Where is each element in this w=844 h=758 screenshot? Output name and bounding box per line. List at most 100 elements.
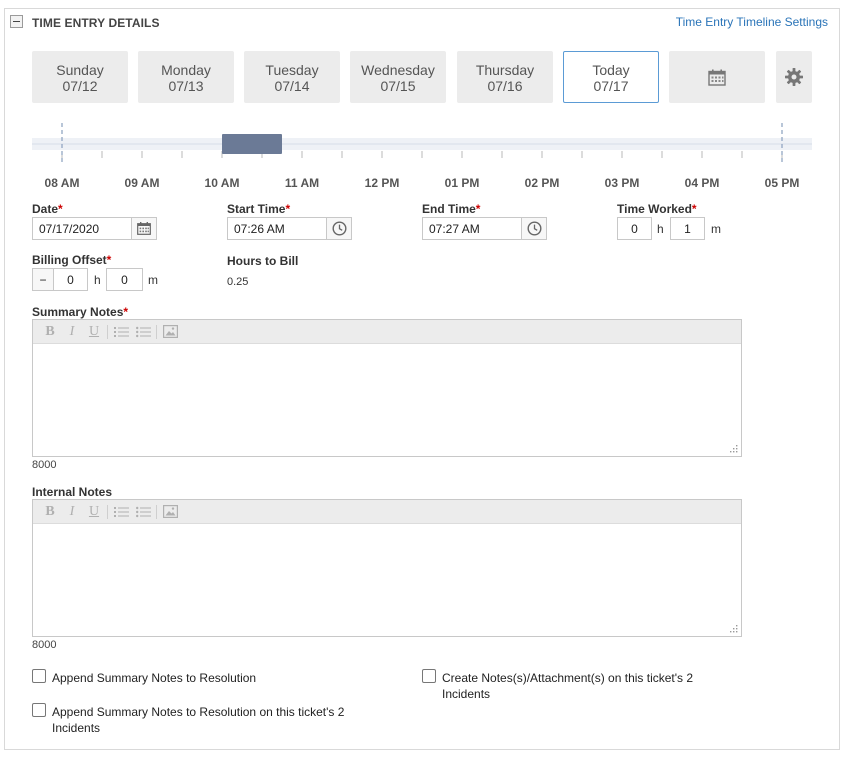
numbered-list-icon (113, 506, 129, 517)
timeline-hour-label: 09 AM (124, 176, 160, 190)
summary-notes-label: Summary Notes* (32, 305, 129, 319)
day-sunday-button[interactable]: Sunday 07/12 (32, 51, 128, 103)
timeline-settings-button[interactable] (776, 51, 812, 103)
minutes-unit: m (148, 273, 158, 287)
insert-image-button[interactable] (159, 503, 181, 521)
append-summary-checkbox-label[interactable]: Append Summary Notes to Resolution (52, 670, 256, 686)
internal-notes-char-counter: 8000 (32, 639, 57, 651)
editor-toolbar: B I U (33, 500, 741, 524)
toolbar-divider (107, 324, 108, 339)
day-today-button[interactable]: Today 07/17 (563, 51, 659, 103)
bulleted-list-button[interactable] (132, 323, 154, 341)
date-picker-button[interactable] (131, 217, 157, 240)
timeline-hour-label: 10 AM (204, 176, 240, 190)
time-worked-hours-field[interactable]: 0 (617, 217, 652, 240)
timeline-hour-label: 03 PM (604, 176, 640, 190)
day-thursday-button[interactable]: Thursday 07/16 (457, 51, 553, 103)
italic-button[interactable]: I (61, 503, 83, 521)
calendar-icon (137, 222, 151, 235)
timeline-selection-block[interactable] (222, 134, 282, 154)
end-time-field[interactable]: 07:27 AM (422, 217, 522, 240)
insert-image-button[interactable] (159, 323, 181, 341)
day-wednesday-button[interactable]: Wednesday 07/15 (350, 51, 446, 103)
day-tuesday-button[interactable]: Tuesday 07/14 (244, 51, 340, 103)
timeline-hour-label: 05 PM (764, 176, 800, 190)
bulleted-list-icon (135, 506, 151, 517)
resize-grip-icon[interactable] (730, 445, 738, 453)
underline-button[interactable]: U (83, 323, 105, 341)
day-name: Thursday (475, 62, 535, 78)
image-icon (162, 505, 178, 518)
numbered-list-button[interactable] (110, 323, 132, 341)
end-time-label: End Time* (422, 202, 481, 216)
billing-offset-label: Billing Offset* (32, 253, 112, 267)
toolbar-divider (156, 504, 157, 519)
italic-button[interactable]: I (61, 323, 83, 341)
minutes-unit: m (711, 222, 721, 236)
append-summary-incidents-checkbox-label[interactable]: Append Summary Notes to Resolution on th… (52, 704, 344, 736)
append-summary-checkbox[interactable] (32, 669, 46, 683)
bold-button[interactable]: B (39, 323, 61, 341)
summary-notes-char-counter: 8000 (32, 459, 57, 471)
day-name: Wednesday (361, 62, 435, 78)
toolbar-divider (107, 504, 108, 519)
clock-icon (331, 221, 347, 236)
resize-grip-icon[interactable] (730, 625, 738, 633)
offset-sign-toggle[interactable]: − (32, 268, 54, 291)
hours-unit: h (657, 222, 664, 236)
time-worked-minutes-field[interactable]: 1 (670, 217, 705, 240)
bold-button[interactable]: B (39, 503, 61, 521)
timeline-hour-label: 02 PM (524, 176, 560, 190)
calendar-icon (708, 69, 726, 86)
day-date: 07/16 (487, 78, 523, 94)
day-date: 07/13 (168, 78, 204, 94)
day-date: 07/14 (274, 78, 310, 94)
numbered-list-icon (113, 326, 129, 337)
day-date: 07/15 (380, 78, 416, 94)
offset-minutes-field[interactable]: 0 (106, 268, 143, 291)
start-time-field[interactable]: 07:26 AM (227, 217, 327, 240)
date-field[interactable]: 07/17/2020 (32, 217, 132, 240)
day-monday-button[interactable]: Monday 07/13 (138, 51, 234, 103)
summary-notes-editor[interactable]: B I U (32, 319, 742, 457)
editor-toolbar: B I U (33, 320, 741, 344)
hours-to-bill-value: 0.25 (227, 276, 249, 288)
end-time-picker-button[interactable] (521, 217, 547, 240)
day-date: 07/17 (593, 78, 629, 94)
start-time-picker-button[interactable] (326, 217, 352, 240)
hours-unit: h (94, 273, 101, 287)
gear-icon (785, 68, 803, 86)
timeline-hour-label: 08 AM (44, 176, 80, 190)
timeline-hour-label: 12 PM (364, 176, 400, 190)
timeline-hour-label: 04 PM (684, 176, 720, 190)
calendar-picker-button[interactable] (669, 51, 765, 103)
day-name: Sunday (56, 62, 104, 78)
clock-icon (526, 221, 542, 236)
image-icon (162, 325, 178, 338)
create-notes-incidents-checkbox[interactable] (422, 669, 436, 683)
day-name: Monday (161, 62, 211, 78)
internal-notes-label: Internal Notes (32, 485, 113, 499)
day-name: Today (592, 62, 630, 78)
day-date: 07/12 (62, 78, 98, 94)
append-summary-incidents-checkbox[interactable] (32, 703, 46, 717)
start-time-label: Start Time* (227, 202, 291, 216)
numbered-list-button[interactable] (110, 503, 132, 521)
timeline-track[interactable] (32, 118, 812, 168)
offset-hours-field[interactable]: 0 (53, 268, 88, 291)
hours-to-bill-label: Hours to Bill (227, 254, 299, 268)
date-label: Date* (32, 202, 63, 216)
timeline-hour-label: 01 PM (444, 176, 480, 190)
timeline-settings-link[interactable]: Time Entry Timeline Settings (676, 15, 828, 29)
bulleted-list-icon (135, 326, 151, 337)
bulleted-list-button[interactable] (132, 503, 154, 521)
underline-button[interactable]: U (83, 503, 105, 521)
create-notes-incidents-checkbox-label[interactable]: Create Notes(s)/Attachment(s) on this ti… (442, 670, 693, 702)
day-name: Tuesday (265, 62, 319, 78)
collapse-section-button[interactable] (10, 15, 23, 28)
toolbar-divider (156, 324, 157, 339)
internal-notes-editor[interactable]: B I U (32, 499, 742, 637)
section-title: TIME ENTRY DETAILS (32, 16, 160, 30)
time-worked-label: Time Worked* (617, 202, 697, 216)
timeline-hour-label: 11 AM (284, 176, 320, 190)
